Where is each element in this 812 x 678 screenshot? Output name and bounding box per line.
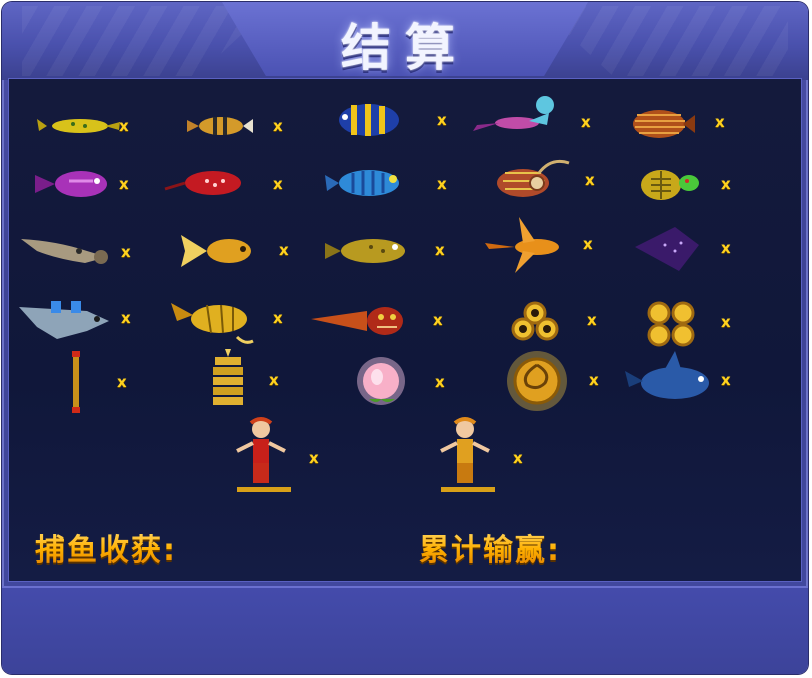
fish-item: x — [181, 95, 311, 157]
golden-dragon-fish-icon — [167, 287, 267, 349]
multiplier-text: x — [583, 235, 593, 253]
golden-staff-icon — [45, 351, 145, 413]
multiplier-text: x — [587, 311, 597, 329]
multiplier-text: x — [589, 371, 599, 389]
fish-item: x — [499, 289, 629, 351]
quad-gold-coin-icon — [631, 291, 731, 353]
catch-list: x x x x x x x x x x x x x x x x x x x x … — [8, 78, 802, 582]
fish-item: x — [475, 149, 605, 211]
fish-item: x — [479, 213, 609, 275]
red-dragon-head-fish-icon — [307, 289, 407, 351]
multiplier-text: x — [721, 371, 731, 389]
multiplier-text: x — [437, 175, 447, 193]
multiplier-text: x — [119, 117, 129, 135]
multiplier-text: x — [435, 241, 445, 259]
fish-item: x — [167, 287, 297, 349]
orange-striped-fish-icon — [621, 91, 721, 153]
lantern-anglerfish-icon — [475, 149, 575, 211]
fish-item: x — [627, 153, 757, 215]
fish-item: x — [497, 349, 627, 411]
fish-item: x — [45, 351, 175, 413]
panel-header: 结算 — [2, 2, 808, 80]
fish-item: x — [163, 153, 293, 215]
multiplier-text: x — [433, 311, 443, 329]
fish-item: x — [231, 415, 361, 492]
multiplier-text: x — [121, 243, 131, 261]
sea-turtle-icon — [627, 153, 727, 215]
multiplier-text: x — [273, 117, 283, 135]
settlement-panel: 结算 x x x x x x x x x x x x x x x x x x x… — [2, 2, 808, 674]
red-spotted-ray-icon — [163, 153, 263, 215]
sawfish-icon — [17, 221, 117, 283]
golden-medallion-icon — [497, 349, 597, 411]
fish-item: x — [17, 221, 147, 283]
multiplier-text: x — [119, 175, 129, 193]
fish-item: x — [621, 349, 751, 411]
multiplier-text: x — [269, 371, 279, 389]
fish-item: x — [621, 91, 751, 153]
multiplier-text: x — [273, 175, 283, 193]
fish-item: x — [307, 289, 443, 351]
striped-small-fish-icon — [181, 95, 281, 157]
blue-whale-icon — [621, 349, 721, 411]
multiplier-text: x — [721, 239, 731, 257]
fish-item: x — [35, 95, 165, 157]
fish-item: x — [171, 219, 301, 281]
blue-striped-fish-icon — [323, 153, 423, 215]
fish-item: x — [435, 415, 565, 492]
multiplier-text: x — [437, 111, 447, 129]
fish-item: x — [185, 349, 315, 411]
multiplier-text: x — [721, 313, 731, 331]
total-win-loss-label: 累计输赢: — [419, 525, 561, 569]
multiplier-text: x — [715, 113, 725, 131]
multiplier-text: x — [121, 309, 131, 327]
purple-fish-icon — [29, 153, 129, 215]
fish-item: x — [337, 351, 467, 413]
fish-item: x — [17, 287, 147, 349]
panel-title: 结算 — [341, 19, 469, 77]
multiplier-text: x — [585, 171, 595, 189]
multiplier-text: x — [721, 175, 731, 193]
fish-item: x — [469, 91, 599, 153]
orange-flying-fish-icon — [479, 213, 579, 275]
panel-footer — [2, 586, 808, 674]
multiplier-text: x — [309, 449, 319, 467]
blue-yellow-angelfish-icon — [329, 89, 429, 151]
armored-silver-shark-icon — [17, 287, 117, 349]
purple-manta-ray-icon — [625, 217, 725, 279]
fish-item: x — [323, 153, 453, 215]
triple-gold-coin-icon — [499, 289, 599, 351]
goldfish-icon — [171, 219, 271, 281]
fish-item: x — [321, 219, 451, 281]
multiplier-text: x — [513, 449, 523, 467]
flying-lionfish-icon — [469, 91, 569, 153]
multiplier-text: x — [279, 241, 289, 259]
multiplier-text: x — [435, 373, 445, 391]
multiplier-text: x — [581, 113, 591, 131]
yellow-grouper-icon — [321, 219, 421, 281]
multiplier-text: x — [117, 373, 127, 391]
fish-item: x — [625, 217, 755, 279]
catch-result-label: 捕鱼收获: — [35, 525, 177, 569]
fish-item: x — [329, 89, 459, 151]
multiplier-text: x — [273, 309, 283, 327]
fish-item: x — [29, 153, 159, 215]
fish-item: x — [631, 291, 761, 353]
glowing-peach-icon — [337, 351, 437, 413]
